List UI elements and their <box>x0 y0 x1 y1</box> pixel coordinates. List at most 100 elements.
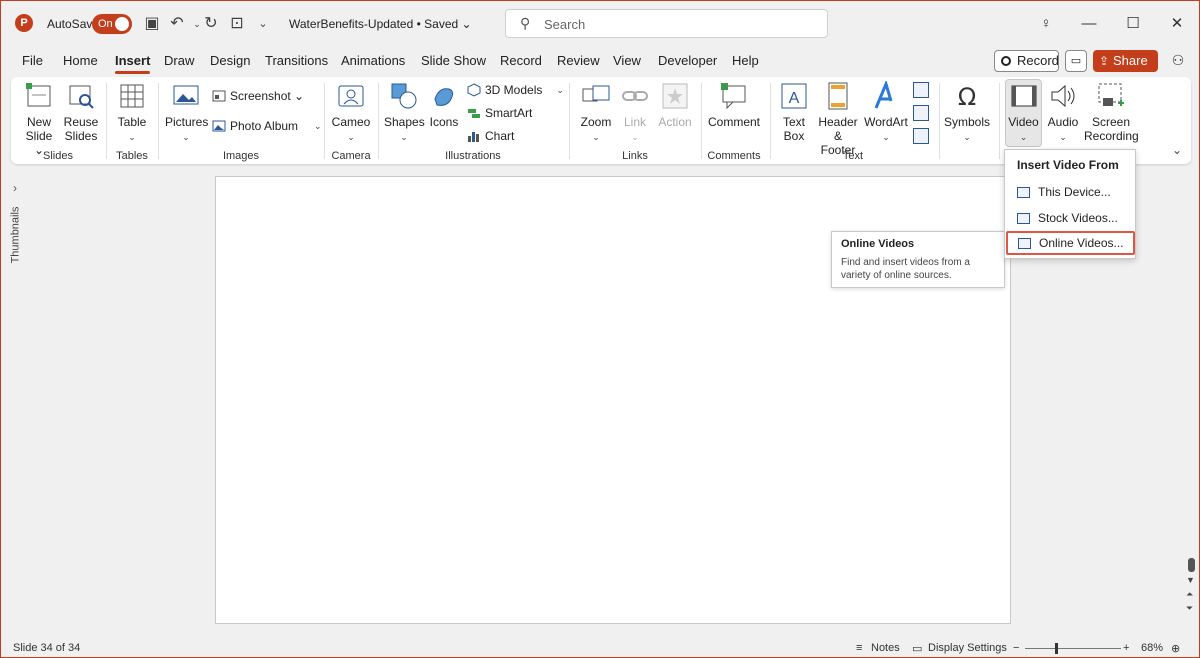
document-title[interactable]: WaterBenefits-Updated • Saved ⌄ <box>289 17 472 31</box>
coauthor-icon[interactable]: ⚇ <box>1169 52 1187 70</box>
collapse-ribbon-chevron-icon[interactable]: ⌄ <box>1172 143 1182 157</box>
tab-draw[interactable]: Draw <box>164 53 194 68</box>
tab-transitions[interactable]: Transitions <box>265 53 328 68</box>
search-icon: ⚲ <box>520 15 531 31</box>
save-icon[interactable]: ▣ <box>142 14 162 34</box>
tab-home[interactable]: Home <box>63 53 98 68</box>
notes-icon[interactable]: ≡ <box>856 642 862 654</box>
tab-design[interactable]: Design <box>210 53 250 68</box>
tab-record[interactable]: Record <box>500 53 542 68</box>
display-settings-icon[interactable]: ▭ <box>912 642 922 655</box>
header-footer-icon <box>828 82 848 110</box>
zoom-level[interactable]: 68% <box>1141 642 1163 654</box>
this-device-menu-item[interactable]: This Device... <box>1007 180 1133 204</box>
object-icon[interactable] <box>913 128 929 144</box>
photo-album-button[interactable]: Photo Album ⌄ <box>212 119 322 133</box>
previous-slide-icon[interactable]: ⏶ <box>1186 589 1193 600</box>
wordart-button[interactable]: WordArt ⌄ <box>863 81 909 144</box>
fit-slide-icon[interactable]: ⊕ <box>1171 642 1180 655</box>
online-videos-menu-item[interactable]: Online Videos... <box>1006 231 1135 255</box>
ribbon-separator <box>569 83 570 159</box>
online-videos-tooltip: Online Videos Find and insert videos fro… <box>831 231 1005 288</box>
screen-recording-label-2: Recording <box>1084 129 1139 143</box>
3d-models-button[interactable]: 3D Models ⌄ <box>467 83 564 97</box>
zoom-slider-thumb[interactable] <box>1055 643 1058 654</box>
title-bar: P AutoSave On ▣ ↶ ⌄ ↻ ⊡ ⌄ WaterBenefits-… <box>1 1 1199 47</box>
thumbnails-rail[interactable]: › Thumbnails <box>1 169 35 639</box>
tab-insert[interactable]: Insert <box>115 53 151 74</box>
stock-videos-menu-item[interactable]: Stock Videos... <box>1007 206 1133 230</box>
date-time-icon[interactable] <box>913 82 929 98</box>
group-label-text: Text <box>842 150 864 162</box>
redo-icon[interactable]: ↻ <box>201 14 221 34</box>
group-label-slides: Slides <box>43 150 73 162</box>
text-box-label-1: Text <box>782 115 805 129</box>
cameo-button[interactable]: Cameo ⌄ <box>330 81 372 144</box>
3d-models-label: 3D Models <box>485 83 543 97</box>
ribbon-separator <box>378 83 379 159</box>
screen-recording-button[interactable]: Screen Recording <box>1084 81 1139 143</box>
next-slide-icon[interactable]: ⏷ <box>1186 603 1193 614</box>
chart-button[interactable]: Chart <box>467 129 514 143</box>
comments-pane-button[interactable]: ▭ <box>1065 50 1087 72</box>
comment-button[interactable]: Comment <box>707 81 761 129</box>
wordart-icon <box>874 81 893 109</box>
autosave-toggle[interactable]: On <box>92 14 132 34</box>
video-label: Video <box>1008 115 1039 129</box>
tab-help[interactable]: Help <box>732 53 759 68</box>
pictures-button[interactable]: Pictures ⌄ <box>165 81 208 144</box>
tab-view[interactable]: View <box>613 53 641 68</box>
audio-button[interactable]: Audio ⌄ <box>1044 81 1082 144</box>
search-box[interactable]: ⚲ Search <box>505 9 828 38</box>
zoom-button[interactable]: Zoom ⌄ <box>577 81 615 144</box>
screenshot-button[interactable]: Screenshot ⌄ <box>212 89 304 103</box>
reuse-slides-button[interactable]: Reuse Slides <box>61 81 101 143</box>
display-settings-button[interactable]: Display Settings <box>928 642 1007 654</box>
powerpoint-window: P AutoSave On ▣ ↶ ⌄ ↻ ⊡ ⌄ WaterBenefits-… <box>0 0 1200 658</box>
record-button[interactable]: Record <box>994 50 1059 72</box>
text-box-button[interactable]: A Text Box <box>775 81 813 143</box>
shapes-button[interactable]: Shapes ⌄ <box>384 81 425 144</box>
maximize-button[interactable]: ☐ <box>1122 13 1144 35</box>
tab-review[interactable]: Review <box>557 53 600 68</box>
tab-slide-show[interactable]: Slide Show <box>421 53 486 68</box>
comment-icon <box>721 83 746 110</box>
present-icon[interactable]: ⊡ <box>227 14 247 34</box>
new-slide-button[interactable]: New Slide ⌄ <box>19 81 59 157</box>
symbols-chevron-icon: ⌄ <box>963 132 971 142</box>
action-button[interactable]: Action <box>655 81 695 129</box>
cameo-chevron-icon: ⌄ <box>347 132 355 142</box>
notes-button[interactable]: Notes <box>871 642 900 654</box>
audio-label: Audio <box>1047 115 1079 129</box>
link-button[interactable]: Link ⌄ <box>617 81 653 144</box>
icons-button[interactable]: Icons <box>426 81 462 129</box>
minimize-button[interactable]: — <box>1078 13 1100 35</box>
share-button[interactable]: ⇪ Share ⌄ <box>1093 50 1158 89</box>
smartart-button[interactable]: SmartArt <box>467 106 532 120</box>
customize-qat-icon[interactable]: ⌄ <box>253 14 273 34</box>
reuse-slides-label-2: Slides <box>64 129 98 143</box>
lightbulb-icon[interactable]: ♀ <box>1035 13 1057 35</box>
cameo-icon <box>338 85 364 107</box>
table-button[interactable]: Table ⌄ <box>114 81 150 144</box>
link-icon <box>622 91 648 101</box>
zoom-in-button[interactable]: + <box>1123 642 1129 654</box>
header-footer-button[interactable]: Header & Footer <box>815 81 861 157</box>
dropdown-title: Insert Video From <box>1017 158 1119 172</box>
tab-file[interactable]: File <box>22 53 43 68</box>
ribbon-separator <box>324 83 325 159</box>
zoom-slider[interactable] <box>1025 648 1121 649</box>
tab-animations[interactable]: Animations <box>341 53 405 68</box>
undo-icon[interactable]: ↶ <box>167 14 187 34</box>
scroll-down-arrow-icon[interactable]: ▼ <box>1186 575 1195 585</box>
comment-bubble-icon: ▭ <box>1070 55 1082 67</box>
share-label: Share <box>1113 53 1148 68</box>
close-button[interactable]: ✕ <box>1166 13 1188 35</box>
tab-developer[interactable]: Developer <box>658 53 717 68</box>
slide-number-icon[interactable] <box>913 105 929 121</box>
video-button[interactable]: Video ⌄ <box>1005 81 1042 144</box>
expand-thumbnails-chevron-icon[interactable]: › <box>13 181 17 195</box>
symbols-button[interactable]: Ω Symbols ⌄ <box>943 81 991 144</box>
vertical-scroll-thumb[interactable] <box>1188 558 1195 572</box>
zoom-out-button[interactable]: − <box>1013 642 1019 654</box>
